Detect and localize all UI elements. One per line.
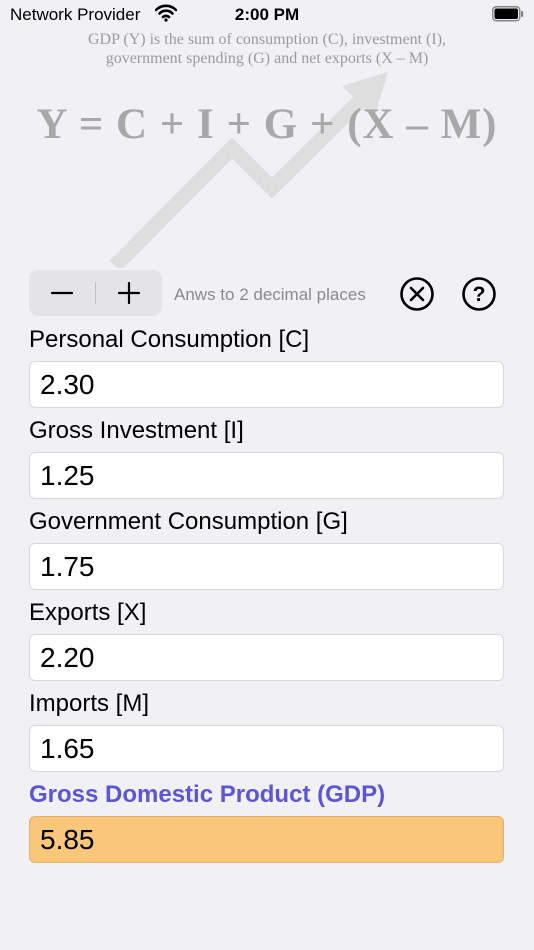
status-bar: Network Provider 2:00 PM xyxy=(0,0,534,30)
plus-icon xyxy=(117,281,141,305)
imports-field[interactable] xyxy=(29,725,504,772)
imports-label: Imports [M] xyxy=(29,690,150,717)
investment-label: Gross Investment [I] xyxy=(29,417,244,444)
caption-line-1: GDP (Y) is the sum of consumption (C), i… xyxy=(87,31,447,48)
caption-line-2: government spending (G) and net exports … xyxy=(105,50,429,67)
gdp-formula-banner: GDP (Y) is the sum of consumption (C), i… xyxy=(0,28,534,268)
consumption-field[interactable] xyxy=(29,361,504,408)
government-consumption-field[interactable] xyxy=(29,543,504,590)
gdp-formula: Y = C + I + G + (X – M) xyxy=(36,101,498,148)
exports-field[interactable] xyxy=(29,634,504,681)
status-time: 2:00 PM xyxy=(234,5,300,24)
svg-text:?: ? xyxy=(473,283,486,306)
increment-button[interactable] xyxy=(96,270,162,316)
formula-caption: GDP (Y) is the sum of consumption (C), i… xyxy=(0,30,534,68)
gdp-result-field xyxy=(29,816,504,863)
gdp-result-label: Gross Domestic Product (GDP) xyxy=(29,781,386,808)
consumption-label: Personal Consumption [C] xyxy=(29,326,310,353)
investment-field[interactable] xyxy=(29,452,504,499)
question-circle-icon: ? xyxy=(462,277,496,311)
exports-label: Exports [X] xyxy=(29,599,147,626)
minus-icon xyxy=(50,291,74,295)
x-circle-icon xyxy=(400,277,434,311)
battery-icon xyxy=(492,6,524,22)
decimal-places-stepper[interactable] xyxy=(29,270,162,316)
help-button[interactable]: ? xyxy=(461,276,497,312)
clear-button[interactable] xyxy=(399,276,435,312)
decrement-button[interactable] xyxy=(29,270,95,316)
government-consumption-label: Government Consumption [G] xyxy=(29,508,348,535)
decimal-places-hint: Anws to 2 decimal places xyxy=(174,285,366,304)
